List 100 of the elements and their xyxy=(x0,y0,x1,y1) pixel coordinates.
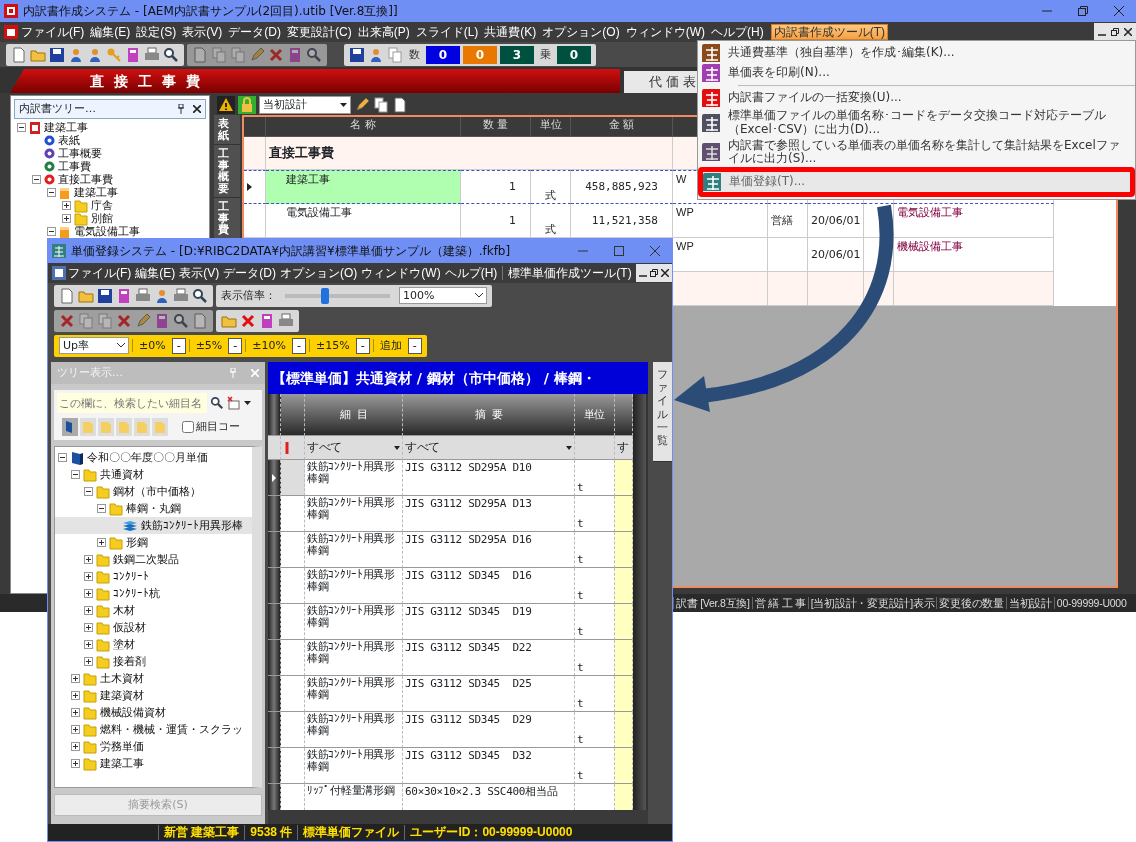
menu-item[interactable]: 共通費基準（独自基準）を作成･編集(K)... xyxy=(698,43,1135,63)
menu-item[interactable]: ファイル(F) xyxy=(18,23,88,41)
filter-field[interactable]: す xyxy=(615,436,633,460)
expand-toggle[interactable] xyxy=(71,759,80,768)
tree-item[interactable]: 燃料・機械・運賃・スクラッ xyxy=(55,721,252,738)
menu-item[interactable]: 編集(E) xyxy=(133,264,178,282)
expand-toggle[interactable] xyxy=(97,538,106,547)
expand-toggle[interactable] xyxy=(62,214,71,223)
row-header[interactable] xyxy=(268,748,281,784)
book-icon[interactable] xyxy=(287,46,303,63)
filter-dropdown[interactable]: すべて xyxy=(403,436,575,460)
menu-item[interactable]: 表示(V) xyxy=(177,264,222,282)
row-header[interactable] xyxy=(268,568,281,604)
person-icon[interactable] xyxy=(87,46,103,63)
tree-item[interactable]: 工事概要 xyxy=(14,147,206,160)
menu-item[interactable]: ヘルプ(H) xyxy=(708,23,767,41)
checkbox[interactable] xyxy=(182,421,194,433)
tree-item[interactable]: 直接工事費 xyxy=(14,173,206,186)
search-icon[interactable] xyxy=(163,46,179,63)
row-header[interactable] xyxy=(268,496,281,532)
menu-item[interactable]: 変更設計(C) xyxy=(284,23,355,41)
rate-button[interactable]: - xyxy=(407,337,422,354)
tree-item[interactable]: 塗材 xyxy=(55,636,252,653)
row-header[interactable] xyxy=(268,460,281,496)
search-icon[interactable] xyxy=(306,46,322,63)
search-icon[interactable] xyxy=(192,287,208,304)
expand-toggle[interactable] xyxy=(84,487,93,496)
slider-thumb[interactable] xyxy=(320,287,329,304)
side-tab[interactable]: ファイル一覧 xyxy=(653,362,672,462)
search-field[interactable]: この欄に、検索したい細目名 xyxy=(57,393,207,413)
rate-button[interactable]: - xyxy=(171,337,186,354)
tree-item[interactable]: 工事費 xyxy=(14,160,206,173)
copy-icon[interactable] xyxy=(373,97,389,113)
menu-item[interactable]: 標準単価ファイルの単価名称･コードをデータ交換コード対応テーブル（Excel･CSV）に出力(D)... xyxy=(698,108,1135,138)
menu-item[interactable]: 出来高(P) xyxy=(354,23,413,41)
expand-toggle[interactable] xyxy=(32,175,41,184)
rate-button[interactable]: - xyxy=(292,337,306,354)
menu-item[interactable]: データ(D) xyxy=(221,264,278,282)
tree-item[interactable]: 令和〇〇年度〇〇月単価 xyxy=(55,449,252,466)
row-header[interactable] xyxy=(268,676,281,712)
side-tab[interactable]: 表紙 xyxy=(214,115,240,146)
menu-item[interactable]: 編集(E) xyxy=(87,23,134,41)
vertical-scrollbar[interactable] xyxy=(633,394,646,810)
menu-item[interactable]: ヘルプ(H) xyxy=(442,264,500,282)
expand-toggle[interactable] xyxy=(84,572,93,581)
menu-item[interactable]: ウィンドウ(W) xyxy=(359,264,443,282)
filter-dropdown[interactable]: すべて xyxy=(305,436,403,460)
tree-item[interactable]: ｺﾝｸﾘｰﾄ杭 xyxy=(55,585,252,602)
cross-icon[interactable] xyxy=(268,46,284,63)
tree-item[interactable]: 形鋼 xyxy=(55,534,252,551)
book-icon[interactable] xyxy=(62,418,78,436)
highlighted-menu-item[interactable]: 単価登録(T)... xyxy=(698,167,1135,198)
menu-item[interactable]: 設定(S) xyxy=(133,23,180,41)
expand-toggle[interactable] xyxy=(71,742,80,751)
rate-button[interactable]: - xyxy=(355,337,370,354)
maximize-icon[interactable] xyxy=(614,246,624,256)
expand-toggle[interactable] xyxy=(84,589,93,598)
printer-icon[interactable] xyxy=(135,287,151,304)
tree-item[interactable]: 建築工事 xyxy=(14,186,206,199)
pencil-icon[interactable] xyxy=(135,312,151,329)
cross-icon[interactable] xyxy=(116,312,132,329)
tree-item[interactable]: 労務単価 xyxy=(55,738,252,755)
tree-item[interactable]: 建築工事 xyxy=(14,121,206,134)
tree-item[interactable]: 鉄筋ｺﾝｸﾘｰﾄ用異形棒 xyxy=(55,517,252,534)
zoom-select[interactable]: 100% xyxy=(399,287,487,304)
expand-toggle[interactable] xyxy=(71,691,80,700)
page-icon[interactable] xyxy=(392,97,408,113)
expand-toggle[interactable] xyxy=(84,657,93,666)
person-icon[interactable] xyxy=(154,287,170,304)
close-icon[interactable] xyxy=(661,269,669,277)
search-icon[interactable] xyxy=(210,396,224,410)
pencil-icon[interactable] xyxy=(354,97,370,113)
expand-toggle[interactable] xyxy=(84,555,93,564)
expand-toggle[interactable] xyxy=(71,470,80,479)
tree-item[interactable]: 木材 xyxy=(55,602,252,619)
tree-item[interactable]: 仮設材 xyxy=(55,619,252,636)
rate-select[interactable]: Up率 xyxy=(59,337,129,354)
tree-item[interactable]: 表紙 xyxy=(14,134,206,147)
tree-item[interactable]: 棒鋼・丸鋼 xyxy=(55,500,252,517)
restore-icon[interactable] xyxy=(1078,6,1088,16)
menu-item[interactable]: 標準単価作成ツール(T) xyxy=(506,264,634,282)
menu-item[interactable]: ウィンドウ(W) xyxy=(622,23,708,41)
pin-icon[interactable] xyxy=(177,104,185,114)
expand-toggle[interactable] xyxy=(47,227,56,236)
clear-filter-icon[interactable] xyxy=(227,396,241,410)
menu-item[interactable]: ファイル(F) xyxy=(66,264,134,282)
book-icon[interactable] xyxy=(125,46,141,63)
menu-item[interactable]: 共通費(K) xyxy=(481,23,540,41)
close-icon[interactable] xyxy=(193,105,201,113)
restore-icon[interactable] xyxy=(650,269,658,277)
row-header[interactable] xyxy=(268,532,281,568)
row-header[interactable] xyxy=(268,784,281,810)
search-icon[interactable] xyxy=(173,312,189,329)
cross-icon[interactable] xyxy=(59,312,75,329)
close-icon[interactable] xyxy=(1124,28,1132,36)
row-header[interactable] xyxy=(268,640,281,676)
expand-toggle[interactable] xyxy=(84,623,93,632)
row-header[interactable] xyxy=(268,604,281,640)
menu-item[interactable]: 内訳書で参照している単価表の単価名称を集計して集計結果をExcelファイルに出力(S)... xyxy=(698,137,1135,168)
book-icon[interactable] xyxy=(259,312,275,329)
